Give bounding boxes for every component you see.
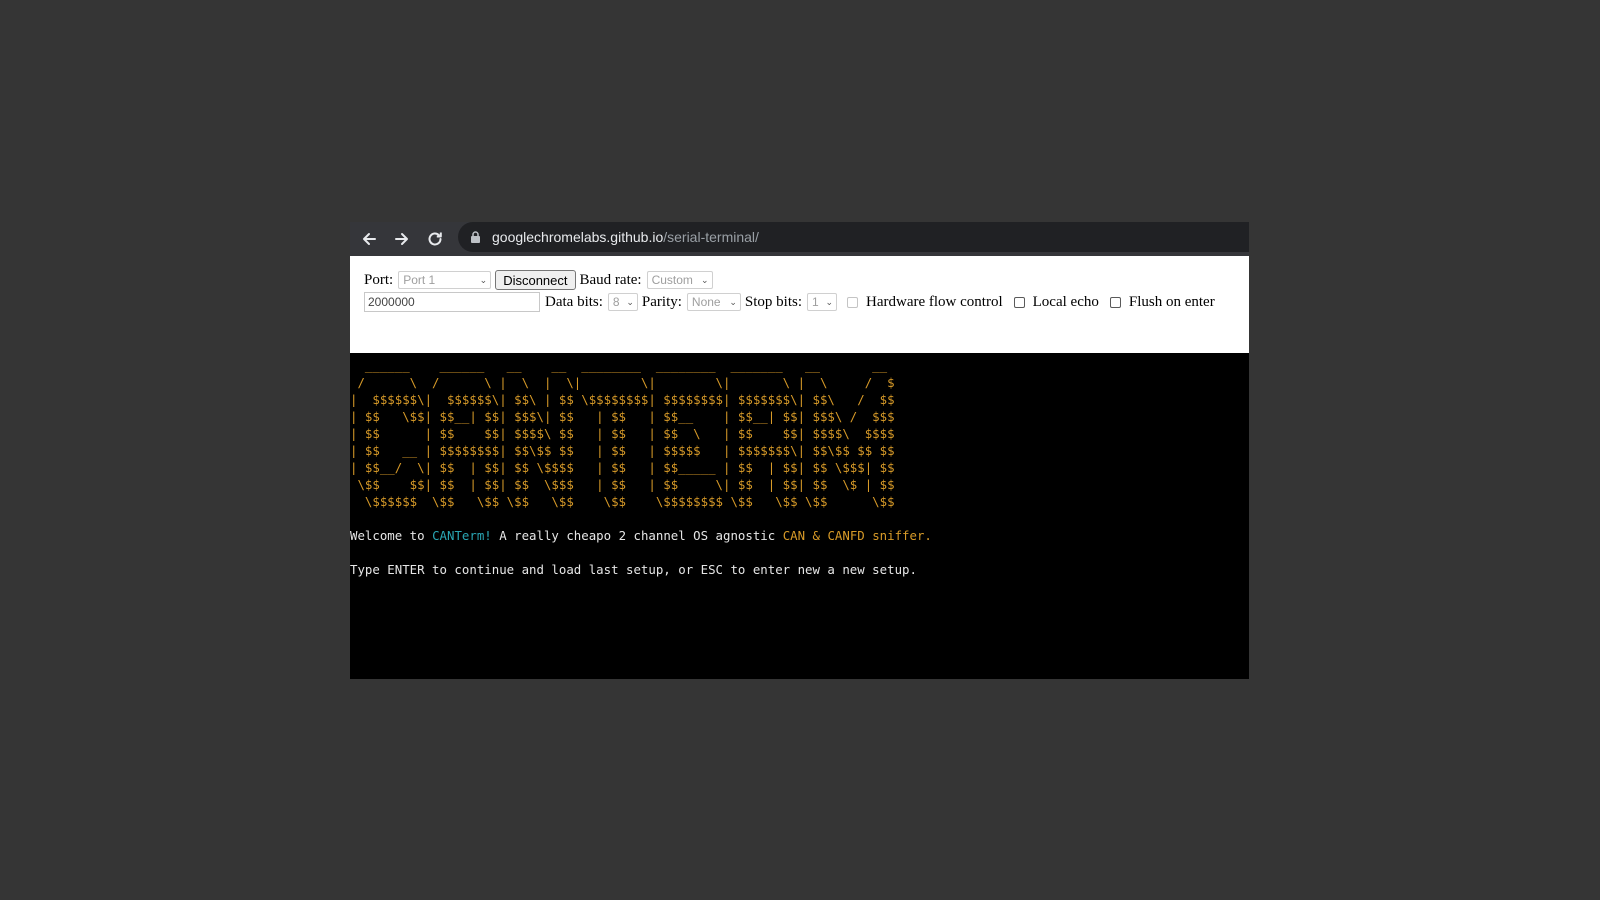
local-echo-label: Local echo bbox=[1032, 293, 1099, 310]
welcome-middle: A really cheapo 2 channel OS agnostic bbox=[491, 528, 783, 543]
chevron-down-icon: ⌄ bbox=[729, 296, 737, 307]
welcome-suffix: CAN & CANFD sniffer. bbox=[782, 528, 932, 543]
welcome-prefix: Welcome to bbox=[350, 528, 433, 543]
parity-select[interactable]: None ⌄ bbox=[686, 293, 741, 311]
forward-button[interactable] bbox=[388, 225, 416, 253]
stop-bits-select[interactable]: 1 ⌄ bbox=[807, 293, 838, 311]
stop-bits-label: Stop bits: bbox=[744, 293, 803, 310]
arrow-right-icon bbox=[395, 233, 408, 245]
baud-rate-select-value: Custom bbox=[651, 273, 693, 287]
chevron-down-icon: ⌄ bbox=[701, 274, 709, 285]
hardware-flow-control-label: Hardware flow control bbox=[866, 293, 1003, 310]
parity-select-value: None bbox=[691, 295, 721, 309]
data-bits-label: Data bits: bbox=[545, 293, 603, 310]
chevron-down-icon: ⌄ bbox=[626, 296, 634, 307]
custom-baud-input[interactable]: 2000000 bbox=[364, 292, 540, 312]
canterm-ascii-logo: ______ ______ __ __ ________ ________ __… bbox=[350, 358, 895, 509]
disconnect-button[interactable]: Disconnect bbox=[495, 270, 576, 290]
local-echo-checkbox[interactable] bbox=[1013, 296, 1025, 308]
address-bar[interactable]: googlechromelabs.github.io/serial-termin… bbox=[458, 222, 1249, 252]
browser-toolbar: googlechromelabs.github.io/serial-termin… bbox=[350, 222, 1249, 256]
data-bits-select[interactable]: 8 ⌄ bbox=[607, 293, 638, 311]
parity-label: Parity: bbox=[641, 293, 682, 310]
back-button[interactable] bbox=[355, 225, 383, 253]
browser-window: googlechromelabs.github.io/serial-termin… bbox=[350, 222, 1249, 679]
chevron-down-icon: ⌄ bbox=[825, 296, 834, 307]
arrow-left-icon bbox=[363, 233, 376, 245]
hardware-flow-control-checkbox[interactable] bbox=[847, 296, 859, 308]
flush-on-enter-checkbox[interactable] bbox=[1109, 296, 1121, 308]
welcome-line: Welcome to CANTerm! A really cheapo 2 ch… bbox=[350, 527, 932, 544]
url-path: /serial-terminal/ bbox=[663, 229, 759, 245]
baud-rate-select[interactable]: Custom ⌄ bbox=[646, 271, 713, 289]
data-bits-select-value: 8 bbox=[612, 295, 620, 309]
settings-row-2: 2000000 Data bits: 8 ⌄ Parity: None ⌄ St… bbox=[364, 291, 1249, 313]
port-select[interactable]: Port 1 ⌄ bbox=[398, 271, 492, 289]
chevron-down-icon: ⌄ bbox=[479, 274, 488, 285]
url-host: googlechromelabs.github.io bbox=[492, 229, 664, 245]
settings-row-1: Port: Port 1 ⌄ Disconnect Baud rate: Cus… bbox=[364, 269, 1249, 291]
lock-icon bbox=[471, 230, 480, 243]
terminal-output[interactable]: ______ ______ __ __ ________ ________ __… bbox=[350, 353, 1249, 679]
welcome-app-name: CANTerm! bbox=[432, 528, 492, 543]
baud-rate-label: Baud rate: bbox=[579, 271, 642, 288]
settings-panel: Port: Port 1 ⌄ Disconnect Baud rate: Cus… bbox=[350, 256, 1249, 353]
flush-on-enter-label: Flush on enter bbox=[1128, 293, 1215, 310]
reload-button[interactable] bbox=[421, 225, 449, 253]
reload-icon bbox=[428, 232, 442, 246]
stop-bits-select-value: 1 bbox=[812, 295, 819, 309]
page-content: Port: Port 1 ⌄ Disconnect Baud rate: Cus… bbox=[350, 256, 1249, 679]
prompt-line: Type ENTER to continue and load last set… bbox=[350, 562, 917, 577]
port-label: Port: bbox=[364, 271, 394, 288]
port-select-value: Port 1 bbox=[403, 273, 436, 287]
